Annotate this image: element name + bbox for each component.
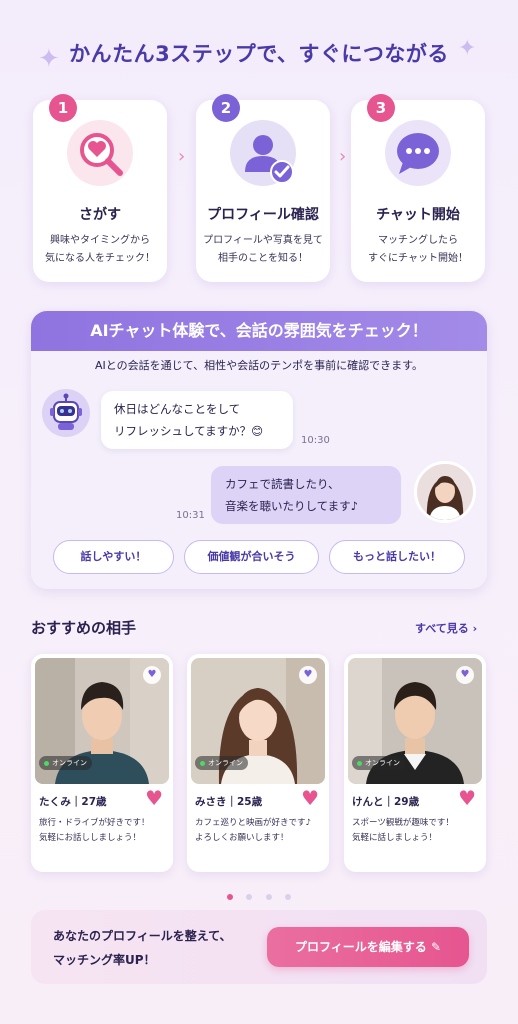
robot-icon [42,389,90,437]
step-description: 興味やタイミングから 気になる人をチェック！ [39,232,161,268]
message-line: 休日はどんなことをして [114,402,241,416]
like-heart-icon[interactable]: ♥ [301,788,319,808]
step-desc-line: 相手のことを知る！ [218,253,308,264]
step-number: 3 [367,94,395,122]
pagination-dot[interactable] [284,894,291,900]
verified-heart-icon: ♥ [456,666,474,684]
profile-name-age: みさき｜25歳 [195,796,263,808]
online-status-text: オンライン [52,759,87,767]
edit-profile-button[interactable]: プロフィールを編集する ✎ [267,927,469,967]
bio-line: 気軽に話しましょう！ [352,833,438,843]
profile-bio: 旅行・ドライブが好きです！ 気軽にお話ししましょう！ [39,816,167,846]
carousel-pagination [0,885,518,904]
cta-line: あなたのプロフィールを整えて、 [53,929,232,943]
pagination-dot[interactable] [265,894,272,900]
profile-bio: スポーツ観戦が趣味です！ 気軽に話しましょう！ [352,816,480,846]
pagination-dot[interactable] [246,894,253,900]
profile-card[interactable]: オンライン ♥ みさき｜25歳 ♥ カフェ巡りと映画が好きです♪ よろしくお願い… [187,654,329,872]
profile-photo: オンライン ♥ [348,658,482,784]
verified-heart-icon: ♥ [143,666,161,684]
online-status-badge: オンライン [39,756,92,770]
user-message-bubble: カフェで読書したり、 音楽を聴いたりしてます♪ [211,466,401,524]
quick-reply-chip[interactable]: 話しやすい！ [53,540,174,574]
step-desc-line: 気になる人をチェック！ [45,253,155,264]
step-title: さがす [79,207,121,223]
verified-heart-icon: ♥ [299,666,317,684]
profile-bio: カフェ巡りと映画が好きです♪ よろしくお願いします！ [195,816,323,846]
search-heart-icon [67,120,133,186]
page-title: かんたん3ステップで、すぐにつながる [69,42,449,66]
profile-cta-banner: あなたのプロフィールを整えて、 マッチング率UP！ プロフィールを編集する ✎ [31,910,487,984]
step-description: プロフィールや写真を見て 相手のことを知る！ [202,232,324,268]
step-number: 1 [49,94,77,122]
online-status-badge: オンライン [352,756,405,770]
step-title: チャット開始 [376,207,460,223]
cta-line: マッチング率UP！ [53,953,156,967]
profile-photo: オンライン ♥ [191,658,325,784]
ai-chat-subtitle: AIとの会話を通じて、相性や会話のテンポを事前に確認できます。 [94,359,423,372]
profile-card[interactable]: オンライン ♥ たくみ｜27歳 ♥ 旅行・ドライブが好きです！ 気軽にお話ししま… [31,654,173,872]
user-avatar [414,461,476,523]
profile-check-icon [230,120,296,186]
step-title: プロフィール確認 [207,207,319,223]
bio-line: 気軽にお話ししましょう！ [39,833,142,843]
bio-line: カフェ巡りと映画が好きです♪ [195,818,311,828]
message-line: カフェで読書したり、 [225,477,340,491]
section-title: おすすめの相手 [31,619,137,637]
message-line: 音楽を聴いたりしてます♪ [225,499,358,513]
step-number: 2 [212,94,240,122]
online-status-badge: オンライン [195,756,248,770]
step-desc-line: すぐにチャット開始！ [368,253,468,264]
step-card-search: 1 さがす 興味やタイミングから 気になる人をチェック！ [33,94,167,282]
quick-reply-chip[interactable]: 価値観が合いそう [184,540,319,574]
step-card-profile: 2 プロフィール確認 プロフィールや写真を見て 相手のことを知る！ [196,94,330,282]
pagination-dot[interactable] [227,894,234,900]
online-status-text: オンライン [208,759,243,767]
profile-card[interactable]: オンライン ♥ けんと｜29歳 ♥ スポーツ観戦が趣味です！ 気軽に話しましょう… [344,654,486,872]
steps-section: 1 さがす 興味やタイミングから 気になる人をチェック！ › 2 プロフィール確… [33,94,485,282]
cta-text: あなたのプロフィールを整えて、 マッチング率UP！ [53,924,232,972]
step-description: マッチングしたら すぐにチャット開始！ [357,232,479,268]
step-desc-line: 興味やタイミングから [50,235,150,246]
message-timestamp: 10:30 [301,435,330,446]
step-desc-line: マッチングしたら [378,235,458,246]
chat-bubble-icon [385,120,451,186]
bot-message-bubble: 休日はどんなことをして リフレッシュしてますか？😊 [101,391,293,449]
quick-reply-chip[interactable]: もっと話したい！ [329,540,465,574]
bio-line: スポーツ観戦が趣味です！ [352,818,454,828]
step-desc-line: プロフィールや写真を見て [203,235,323,246]
online-status-text: オンライン [365,759,400,767]
ai-chat-banner: AIチャット体験で、会話の雰囲気をチェック！ [31,311,487,351]
step-card-chat: 3 チャット開始 マッチングしたら すぐにチャット開始！ [351,94,485,282]
bio-line: よろしくお願いします！ [195,833,289,843]
chevron-right-icon: › [339,146,347,167]
like-heart-icon[interactable]: ♥ [458,788,476,808]
bio-line: 旅行・ドライブが好きです！ [39,818,150,828]
profile-name-age: たくみ｜27歳 [39,796,107,808]
profile-photo: オンライン ♥ [35,658,169,784]
message-line: リフレッシュしてますか？😊 [114,424,264,438]
like-heart-icon[interactable]: ♥ [145,788,163,808]
see-all-link[interactable]: すべて見る › [415,620,477,636]
profile-name-age: けんと｜29歳 [352,796,420,808]
chevron-right-icon: › [178,146,186,167]
message-timestamp: 10:31 [176,510,205,521]
ai-chat-card: AIチャット体験で、会話の雰囲気をチェック！ AIとの会話を通じて、相性や会話の… [31,311,487,589]
